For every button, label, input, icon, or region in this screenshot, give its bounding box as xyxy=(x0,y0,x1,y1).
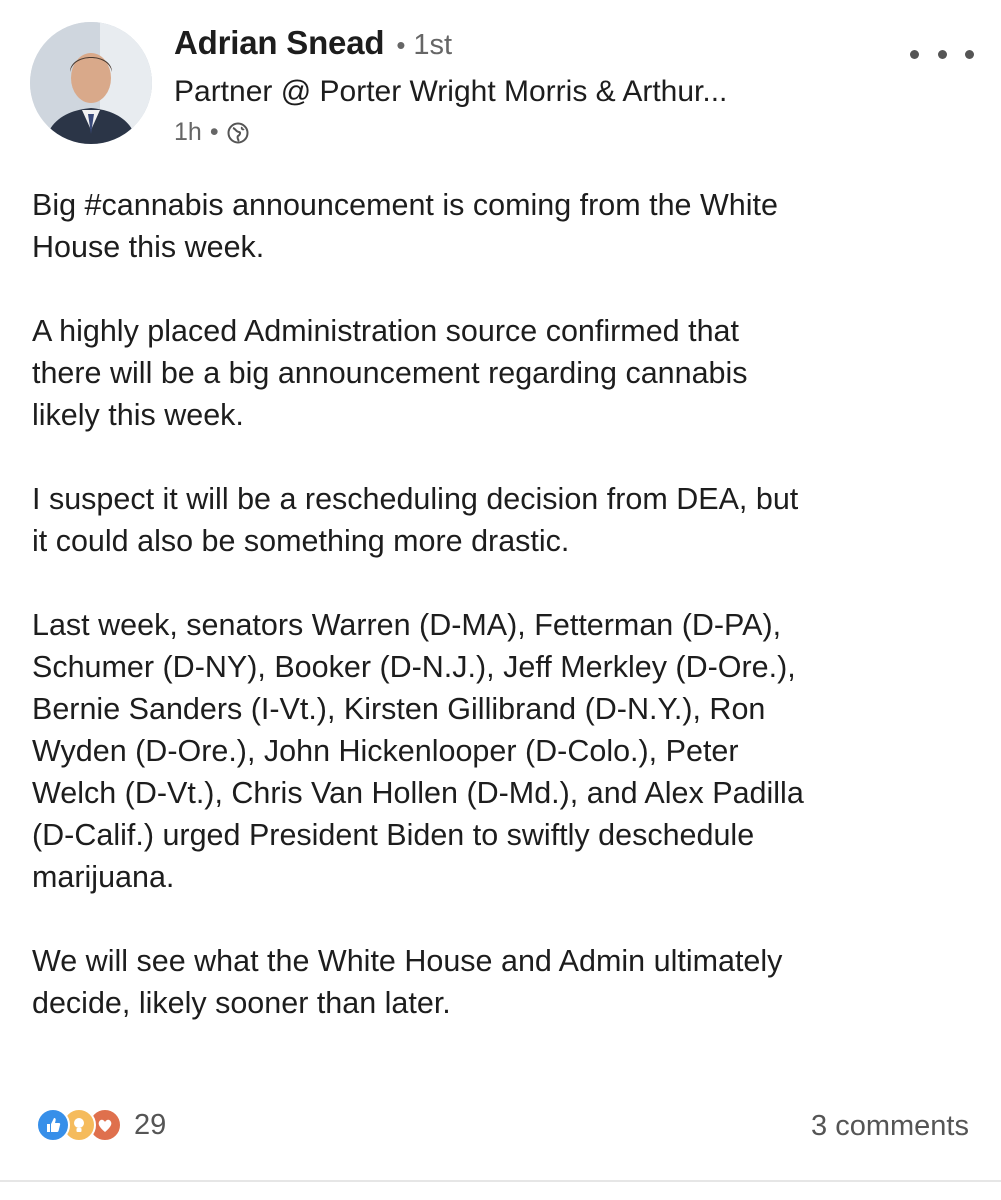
post-paragraph: A highly placed Administration source co… xyxy=(32,314,748,432)
post-paragraph: We will see what the White House and Adm… xyxy=(32,944,783,1020)
name-separator: • xyxy=(396,30,406,60)
post-paragraph: Last week, senators Warren (D-MA), Fette… xyxy=(32,608,804,894)
more-options-button[interactable] xyxy=(910,40,974,68)
more-dot-icon xyxy=(965,49,974,59)
post-meta: 1h • xyxy=(174,118,249,147)
more-dot-icon xyxy=(910,49,919,59)
connection-degree: 1st xyxy=(413,29,453,61)
author-name[interactable]: Adrian Snead xyxy=(174,24,385,62)
like-icon xyxy=(36,1108,70,1142)
globe-icon xyxy=(227,122,249,144)
meta-separator: • xyxy=(209,118,219,146)
comments-count-link[interactable]: 3 comments xyxy=(811,1110,969,1143)
social-bar: 29 3 comments xyxy=(0,1100,1001,1160)
author-avatar[interactable] xyxy=(30,22,152,144)
post-paragraph: Big #cannabis announcement is coming fro… xyxy=(32,188,778,264)
reaction-count: 29 xyxy=(134,1108,167,1141)
post-body: Big #cannabis announcement is coming fro… xyxy=(32,184,982,1066)
more-dot-icon xyxy=(937,49,947,59)
reactions-summary[interactable]: 29 xyxy=(36,1108,166,1142)
divider xyxy=(0,1180,1001,1182)
author-headline: Partner @ Porter Wright Morris & Arthur.… xyxy=(174,75,728,108)
post-time: 1h xyxy=(174,118,202,146)
post-header: Adrian Snead • 1st Partner @ Porter Wrig… xyxy=(0,0,1001,160)
post-paragraph: I suspect it will be a rescheduling deci… xyxy=(32,482,799,558)
profile-photo xyxy=(30,22,152,144)
